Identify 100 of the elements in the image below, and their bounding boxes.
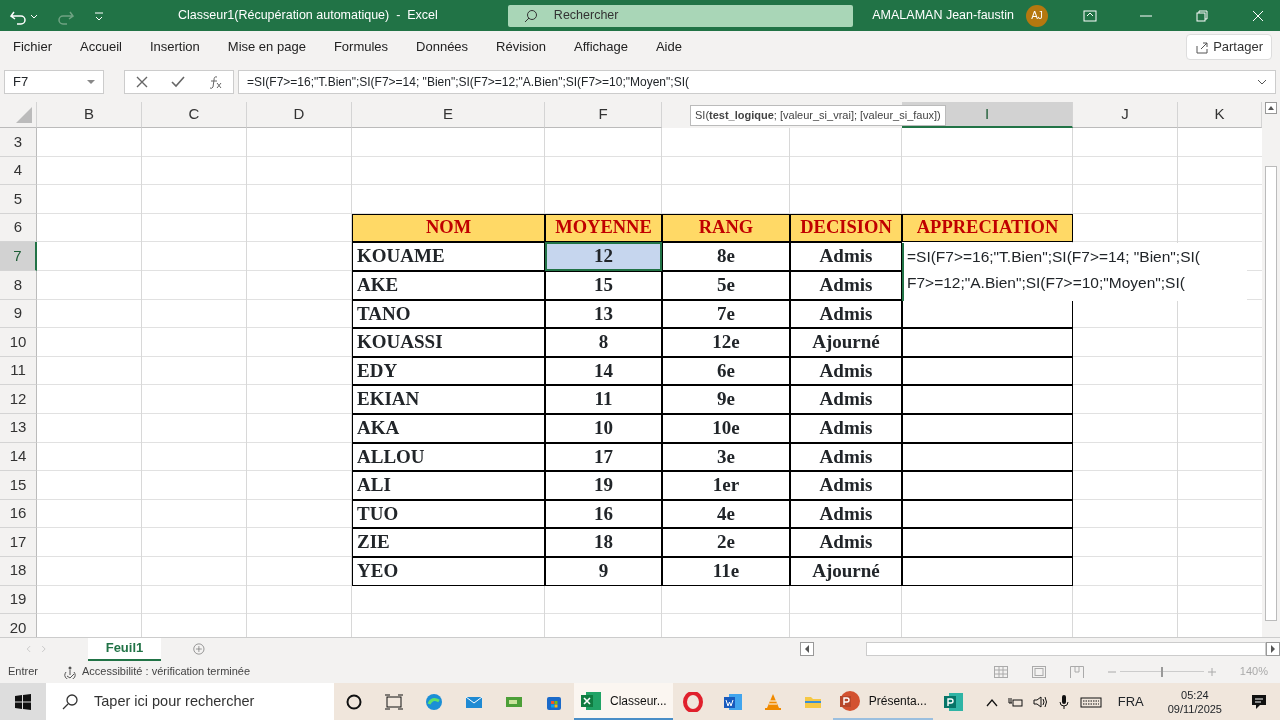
taskbar-clock[interactable]: 05:24 09/11/2025	[1159, 687, 1230, 716]
row-header[interactable]: 11	[0, 356, 37, 386]
column-header[interactable]: E	[352, 102, 545, 128]
row-header[interactable]: 14	[0, 442, 37, 472]
scroll-thumb[interactable]	[1265, 166, 1277, 621]
column-header[interactable]: K	[1178, 102, 1262, 128]
appreciation-cell[interactable]	[902, 413, 1073, 443]
taskbar-app[interactable]: Classeur...	[574, 683, 673, 720]
taskbar-search[interactable]: Taper ici pour rechercher	[46, 683, 334, 720]
ribbon-display-icon[interactable]	[1082, 7, 1098, 24]
column-heading: APPRECIATION	[902, 213, 1073, 243]
row-header[interactable]: 15	[0, 471, 37, 500]
appreciation-cell[interactable]	[902, 328, 1073, 357]
average-cell: 11	[545, 385, 662, 414]
ribbon-tab[interactable]: Mise en page	[213, 36, 320, 57]
name-cell: ZIE	[352, 528, 545, 557]
row-header[interactable]: 3	[0, 128, 37, 157]
enter-icon[interactable]	[171, 76, 185, 88]
row-header[interactable]: 7	[0, 242, 37, 271]
ribbon-tab[interactable]: Aide	[641, 36, 696, 57]
search-field[interactable]: Rechercher	[507, 4, 853, 27]
column-header[interactable]: C	[142, 102, 247, 128]
decision-cell: Admis	[790, 299, 902, 329]
rank-cell: 4e	[662, 499, 790, 529]
column-header[interactable]: J	[1073, 102, 1178, 128]
name-box[interactable]: F7	[4, 70, 104, 94]
decision-cell: Admis	[790, 413, 902, 443]
average-cell: 17	[545, 442, 662, 472]
row-header[interactable]: 5	[0, 185, 37, 214]
share-button[interactable]: Partager	[1186, 33, 1272, 60]
appreciation-cell[interactable]	[902, 385, 1073, 414]
accessibility-status[interactable]: Accessibilité : vérification terminée	[81, 663, 251, 680]
publisher-icon[interactable]	[942, 690, 965, 713]
average-cell: 12	[545, 242, 662, 271]
row-header[interactable]: 19	[0, 585, 37, 615]
restore-icon[interactable]	[1194, 7, 1210, 24]
task-view-icon[interactable]	[384, 691, 404, 712]
name-cell: KOUAME	[352, 242, 545, 271]
row-header[interactable]: 17	[0, 528, 37, 557]
appreciation-cell[interactable]	[902, 556, 1073, 586]
slider-thumb[interactable]	[1160, 666, 1163, 677]
ribbon-tab[interactable]: Insertion	[135, 36, 214, 57]
row-header[interactable]: 10	[0, 328, 37, 357]
column-heading: NOM	[352, 213, 545, 243]
cancel-icon[interactable]	[136, 76, 149, 88]
appreciation-cell[interactable]	[902, 499, 1073, 529]
row-header[interactable]: 12	[0, 385, 37, 414]
scroll-right-icon[interactable]	[1266, 642, 1280, 656]
insert-function-icon[interactable]	[207, 75, 222, 89]
name-cell: ALLOU	[352, 442, 545, 472]
row-header[interactable]: 8	[0, 270, 37, 300]
appreciation-cell[interactable]	[902, 528, 1073, 557]
browser-icon[interactable]	[424, 691, 444, 712]
word-icon[interactable]	[722, 691, 743, 712]
sheet-tab[interactable]: Feuil1	[87, 637, 162, 661]
avatar[interactable]: AJ	[1026, 4, 1048, 27]
row-header[interactable]: 6	[0, 213, 37, 243]
language-indicator[interactable]: FRA	[1117, 691, 1144, 712]
row-header[interactable]: 9	[0, 299, 37, 329]
rank-cell: 9e	[662, 385, 790, 414]
row-header[interactable]: 4	[0, 156, 37, 186]
decision-cell: Admis	[790, 242, 902, 271]
cell-editor[interactable]: =SI(F7>=16;"T.Bien";SI(F7>=14; "Bien";SI( F7>=12;"A.Bien";SI(F7>=10;"Moyen";SI(	[902, 242, 1247, 301]
column-heading: DECISION	[790, 213, 902, 243]
decision-cell: Admis	[790, 442, 902, 472]
expand-icon[interactable]	[1257, 78, 1267, 86]
decision-cell: Admis	[790, 356, 902, 386]
appreciation-cell[interactable]	[902, 442, 1073, 472]
windows-logo-icon[interactable]	[15, 693, 31, 710]
formula-input[interactable]: =SI(F7>=16;"T.Bien";SI(F7>=14; "Bien";SI(F7>=12;"A.Bien";SI(F7>=10;"Moyen";SI(	[238, 70, 1276, 94]
average-cell: 14	[545, 356, 662, 386]
row-header[interactable]: 13	[0, 413, 37, 443]
decision-cell: Admis	[790, 528, 902, 557]
average-cell: 15	[545, 270, 662, 300]
column-header[interactable]: B	[37, 102, 142, 128]
ribbon-tab[interactable]: Révision	[482, 36, 560, 57]
ribbon-tab[interactable]: Formules	[319, 36, 403, 57]
ribbon-tab[interactable]: Fichier	[0, 36, 66, 57]
name-cell: YEO	[352, 556, 545, 586]
column-heading: MOYENNE	[545, 213, 662, 243]
row-header[interactable]: 16	[0, 499, 37, 529]
ribbon-tab[interactable]: Affichage	[559, 36, 642, 57]
column-header[interactable]: D	[247, 102, 352, 128]
opera-icon[interactable]	[682, 691, 703, 712]
ribbon-tab[interactable]: Données	[402, 36, 483, 57]
ribbon-tab[interactable]: Accueil	[66, 36, 136, 57]
rank-cell: 1er	[662, 471, 790, 500]
row-header[interactable]: 18	[0, 556, 37, 586]
taskbar-app[interactable]: Présenta...	[832, 683, 933, 720]
column-heading: RANG	[662, 213, 790, 243]
scroll-left-icon[interactable]	[800, 642, 814, 656]
appreciation-cell[interactable]	[902, 356, 1073, 386]
speaker-icon[interactable]	[1031, 693, 1048, 710]
rank-cell: 3e	[662, 442, 790, 472]
appreciation-cell[interactable]	[902, 471, 1073, 500]
column-header[interactable]: F	[545, 102, 662, 128]
name-cell: AKA	[352, 413, 545, 443]
scroll-up-icon[interactable]	[1265, 102, 1277, 114]
notifications-icon[interactable]	[1250, 692, 1268, 711]
accessibility-icon[interactable]	[61, 664, 78, 679]
